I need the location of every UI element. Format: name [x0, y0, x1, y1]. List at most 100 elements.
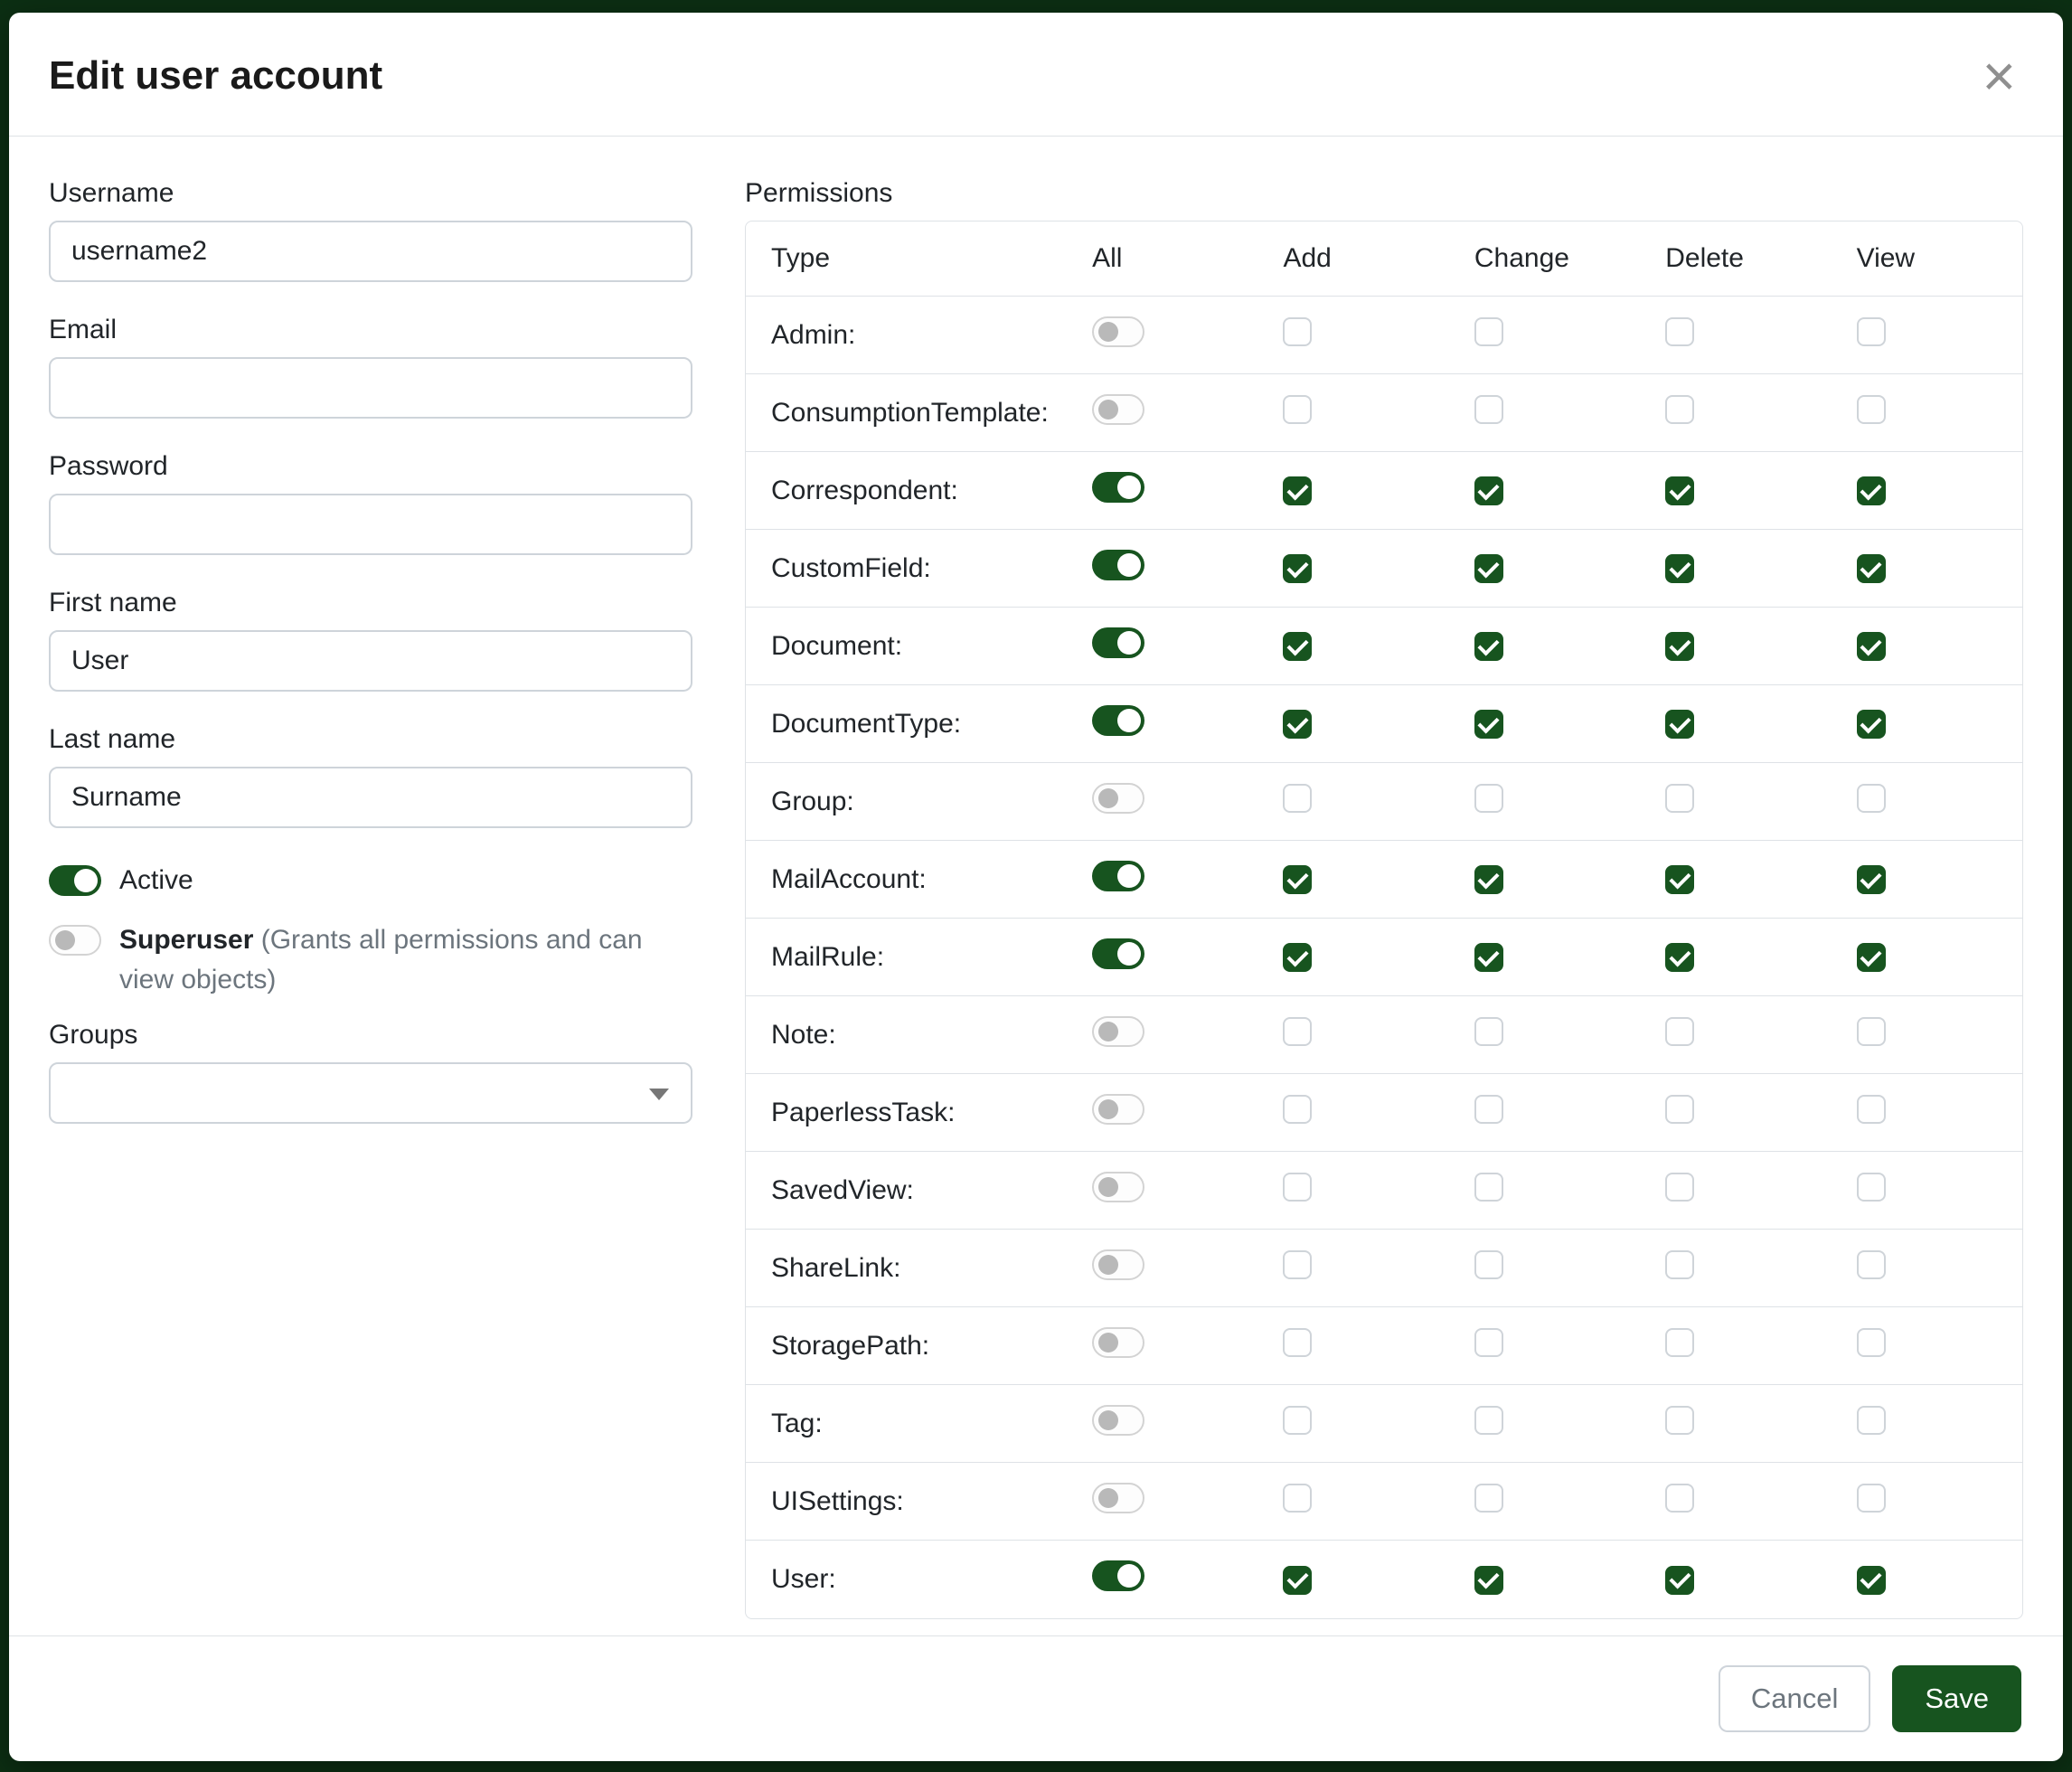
superuser-toggle[interactable] — [49, 925, 101, 956]
groups-select-input[interactable] — [49, 1062, 692, 1124]
permission-view-checkbox[interactable] — [1857, 865, 1886, 894]
permission-view-checkbox[interactable] — [1857, 1328, 1886, 1357]
permission-add-checkbox[interactable] — [1283, 554, 1312, 583]
permission-delete-checkbox[interactable] — [1665, 632, 1694, 661]
save-button[interactable]: Save — [1892, 1665, 2021, 1732]
permission-add-checkbox[interactable] — [1283, 943, 1312, 972]
permission-add-checkbox[interactable] — [1283, 784, 1312, 813]
permission-all-toggle[interactable] — [1092, 1483, 1144, 1513]
permission-add-checkbox[interactable] — [1283, 1566, 1312, 1595]
permission-all-toggle[interactable] — [1092, 1405, 1144, 1436]
password-field[interactable] — [49, 494, 692, 555]
permission-view-checkbox[interactable] — [1857, 1484, 1886, 1513]
permission-change-checkbox[interactable] — [1474, 943, 1503, 972]
permission-all-toggle[interactable] — [1092, 472, 1144, 503]
permission-view-checkbox[interactable] — [1857, 1173, 1886, 1202]
permission-add-checkbox[interactable] — [1283, 395, 1312, 424]
permission-view-checkbox[interactable] — [1857, 1017, 1886, 1046]
permission-change-checkbox[interactable] — [1474, 1017, 1503, 1046]
permission-change-checkbox[interactable] — [1474, 1250, 1503, 1279]
permission-delete-checkbox[interactable] — [1665, 943, 1694, 972]
permission-view-checkbox[interactable] — [1857, 1566, 1886, 1595]
permission-add-checkbox[interactable] — [1283, 1095, 1312, 1124]
permission-all-toggle[interactable] — [1092, 627, 1144, 658]
permission-view-checkbox[interactable] — [1857, 554, 1886, 583]
permission-all-toggle[interactable] — [1092, 1172, 1144, 1202]
permission-all-toggle[interactable] — [1092, 1016, 1144, 1047]
permission-delete-checkbox[interactable] — [1665, 865, 1694, 894]
permission-all-toggle[interactable] — [1092, 1560, 1144, 1591]
permission-view-checkbox[interactable] — [1857, 395, 1886, 424]
permission-view-checkbox[interactable] — [1857, 632, 1886, 661]
close-icon[interactable]: × — [1977, 47, 2021, 105]
permission-all-toggle[interactable] — [1092, 394, 1144, 425]
permission-all-toggle[interactable] — [1092, 316, 1144, 347]
permission-all-toggle[interactable] — [1092, 938, 1144, 969]
username-input[interactable] — [49, 221, 692, 282]
groups-select[interactable] — [49, 1062, 692, 1124]
permission-view-checkbox[interactable] — [1857, 317, 1886, 346]
permission-view-checkbox[interactable] — [1857, 1406, 1886, 1435]
permission-add-checkbox[interactable] — [1283, 710, 1312, 739]
permission-add-checkbox[interactable] — [1283, 317, 1312, 346]
permission-view-checkbox[interactable] — [1857, 710, 1886, 739]
permission-all-toggle[interactable] — [1092, 1327, 1144, 1358]
permission-add-checkbox[interactable] — [1283, 1328, 1312, 1357]
permission-delete-checkbox[interactable] — [1665, 1328, 1694, 1357]
permission-view-checkbox[interactable] — [1857, 943, 1886, 972]
permission-all-toggle[interactable] — [1092, 1249, 1144, 1280]
permission-add-checkbox[interactable] — [1283, 1484, 1312, 1513]
permission-delete-checkbox[interactable] — [1665, 1484, 1694, 1513]
permission-delete-checkbox[interactable] — [1665, 710, 1694, 739]
permission-view-checkbox[interactable] — [1857, 1250, 1886, 1279]
permission-change-checkbox[interactable] — [1474, 710, 1503, 739]
permission-view-checkbox[interactable] — [1857, 1095, 1886, 1124]
permission-all-toggle[interactable] — [1092, 861, 1144, 891]
permission-change-checkbox[interactable] — [1474, 1406, 1503, 1435]
permission-add-checkbox[interactable] — [1283, 1406, 1312, 1435]
permission-add-checkbox[interactable] — [1283, 632, 1312, 661]
permission-delete-checkbox[interactable] — [1665, 1406, 1694, 1435]
permission-delete-checkbox[interactable] — [1665, 317, 1694, 346]
permission-change-checkbox[interactable] — [1474, 865, 1503, 894]
permission-delete-checkbox[interactable] — [1665, 476, 1694, 505]
permission-type-label: DocumentType: — [746, 709, 1067, 740]
permission-change-checkbox[interactable] — [1474, 1566, 1503, 1595]
permission-add-checkbox[interactable] — [1283, 865, 1312, 894]
permission-change-checkbox[interactable] — [1474, 1328, 1503, 1357]
permission-add-checkbox[interactable] — [1283, 1173, 1312, 1202]
permission-add-checkbox[interactable] — [1283, 476, 1312, 505]
permission-delete-checkbox[interactable] — [1665, 1017, 1694, 1046]
permission-change-checkbox[interactable] — [1474, 1095, 1503, 1124]
permission-delete-checkbox[interactable] — [1665, 1095, 1694, 1124]
permission-delete-checkbox[interactable] — [1665, 1173, 1694, 1202]
permission-add-checkbox[interactable] — [1283, 1017, 1312, 1046]
permission-change-checkbox[interactable] — [1474, 476, 1503, 505]
permission-change-checkbox[interactable] — [1474, 1173, 1503, 1202]
permission-all-toggle[interactable] — [1092, 550, 1144, 580]
permission-view-checkbox[interactable] — [1857, 476, 1886, 505]
permission-view-checkbox[interactable] — [1857, 784, 1886, 813]
cancel-button[interactable]: Cancel — [1719, 1665, 1871, 1732]
permission-change-checkbox[interactable] — [1474, 395, 1503, 424]
permission-change-checkbox[interactable] — [1474, 317, 1503, 346]
permission-delete-checkbox[interactable] — [1665, 1250, 1694, 1279]
permission-delete-checkbox[interactable] — [1665, 784, 1694, 813]
email-field[interactable] — [49, 357, 692, 419]
permission-change-checkbox[interactable] — [1474, 554, 1503, 583]
permission-delete-checkbox[interactable] — [1665, 395, 1694, 424]
permission-delete-checkbox[interactable] — [1665, 554, 1694, 583]
active-toggle[interactable] — [49, 865, 101, 896]
first-name-field[interactable] — [49, 630, 692, 692]
permission-row: MailAccount: — [746, 841, 2022, 919]
permission-change-checkbox[interactable] — [1474, 784, 1503, 813]
permission-all-toggle[interactable] — [1092, 705, 1144, 736]
last-name-field[interactable] — [49, 767, 692, 828]
permission-all-toggle[interactable] — [1092, 783, 1144, 814]
modal-header: Edit user account × — [9, 13, 2063, 137]
permission-change-checkbox[interactable] — [1474, 632, 1503, 661]
permission-change-checkbox[interactable] — [1474, 1484, 1503, 1513]
permission-add-checkbox[interactable] — [1283, 1250, 1312, 1279]
permission-delete-checkbox[interactable] — [1665, 1566, 1694, 1595]
permission-all-toggle[interactable] — [1092, 1094, 1144, 1125]
